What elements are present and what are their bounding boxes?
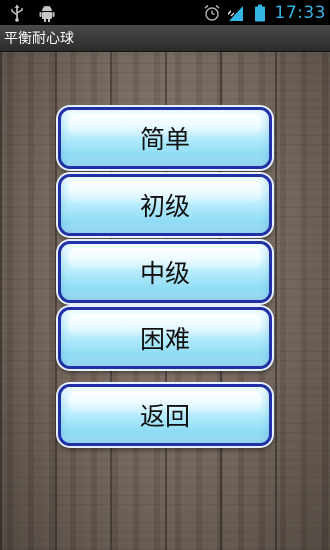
clock: 17:33 <box>274 2 326 23</box>
android-debug-icon <box>38 4 56 22</box>
status-right: 17:33 <box>203 3 330 23</box>
intermediate-button-label: 中级 <box>139 259 190 288</box>
signal-icon <box>227 4 245 22</box>
app-title: 平衡耐心球 <box>4 31 74 47</box>
easy-button[interactable]: 简单 <box>58 107 272 169</box>
beginner-button-label: 初级 <box>139 192 190 221</box>
beginner-button[interactable]: 初级 <box>58 174 272 236</box>
status-left <box>0 4 56 22</box>
battery-icon <box>251 4 269 22</box>
intermediate-button[interactable]: 中级 <box>58 241 272 303</box>
back-button[interactable]: 返回 <box>58 384 272 446</box>
usb-icon <box>8 4 26 22</box>
title-bar: 平衡耐心球 <box>0 25 330 52</box>
back-button-label: 返回 <box>139 402 190 431</box>
wood-background: 简单 初级 中级 困难 返回 <box>0 52 330 550</box>
alarm-icon <box>203 4 221 22</box>
hard-button-label: 困难 <box>139 325 190 354</box>
status-bar: 17:33 <box>0 0 330 25</box>
easy-button-label: 简单 <box>139 125 190 154</box>
hard-button[interactable]: 困难 <box>58 307 272 369</box>
